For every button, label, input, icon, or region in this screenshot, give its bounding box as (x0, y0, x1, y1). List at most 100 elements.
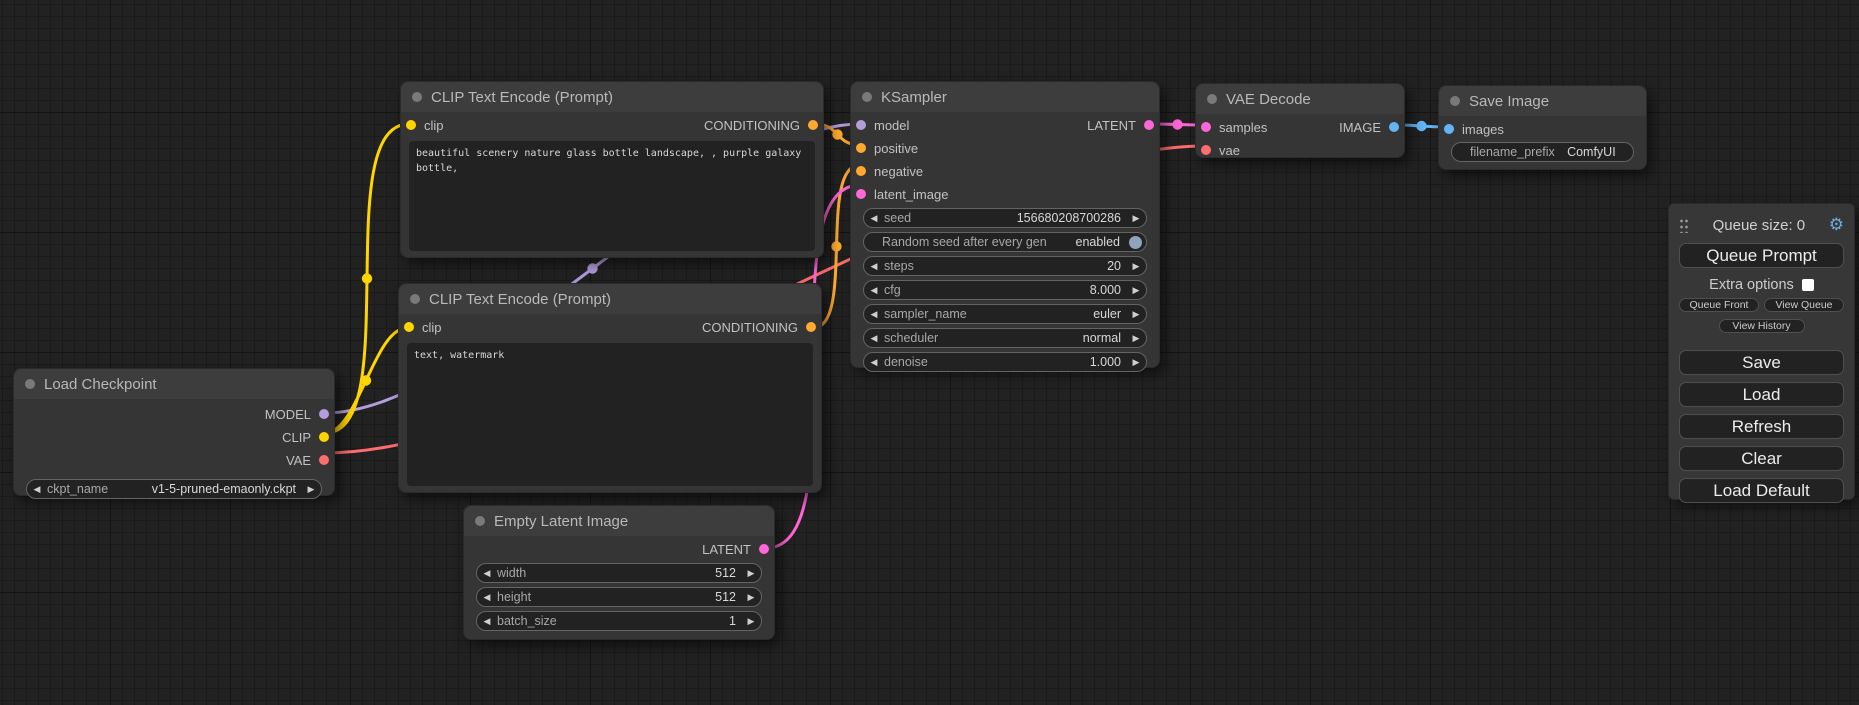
vae-input-port[interactable] (1201, 145, 1211, 155)
node-title-bar[interactable]: KSampler (851, 82, 1159, 112)
node-title-bar[interactable]: VAE Decode (1196, 84, 1404, 114)
width-widget[interactable]: ◀ width 512 ▶ (476, 563, 762, 583)
stepper-right-icon[interactable]: ▶ (1126, 257, 1146, 275)
clip-output-port[interactable] (319, 432, 329, 442)
ckpt-name-widget[interactable]: ◀ ckpt_name v1-5-pruned-emaonly.ckpt ▶ (26, 479, 322, 499)
stepper-right-icon[interactable]: ▶ (301, 480, 321, 498)
load-default-button[interactable]: Load Default (1679, 478, 1844, 503)
node-title-bar[interactable]: Save Image (1439, 86, 1646, 116)
stepper-right-icon[interactable]: ▶ (1126, 281, 1146, 299)
node-clip-text-encode-negative[interactable]: CLIP Text Encode (Prompt) clip CONDITION… (398, 283, 822, 493)
node-title: Empty Latent Image (494, 513, 628, 530)
stepper-right-icon[interactable]: ▶ (1126, 353, 1146, 371)
node-vae-decode[interactable]: VAE Decode samples IMAGE vae (1195, 83, 1405, 158)
collapse-dot-icon[interactable] (1207, 94, 1217, 104)
cfg-widget[interactable]: ◀ cfg 8.000 ▶ (863, 280, 1147, 300)
denoise-widget[interactable]: ◀ denoise 1.000 ▶ (863, 352, 1147, 372)
seed-widget[interactable]: ◀ seed 156680208700286 ▶ (863, 208, 1147, 228)
widget-label: filename_prefix (1452, 145, 1555, 159)
stepper-left-icon[interactable]: ◀ (477, 588, 497, 606)
samples-link-midpoint-dot[interactable] (1172, 119, 1182, 129)
node-clip-text-encode-positive[interactable]: CLIP Text Encode (Prompt) clip CONDITION… (400, 81, 824, 258)
vae-output-port[interactable] (319, 455, 329, 465)
samples-input-port[interactable] (1201, 122, 1211, 132)
collapse-dot-icon[interactable] (410, 294, 420, 304)
clip-input-port[interactable] (404, 322, 414, 332)
latent-output-port[interactable] (759, 544, 769, 554)
collapse-dot-icon[interactable] (1450, 96, 1460, 106)
stepper-right-icon[interactable]: ▶ (741, 612, 761, 630)
height-widget[interactable]: ◀ height 512 ▶ (476, 587, 762, 607)
latent-output-port[interactable] (1144, 120, 1154, 130)
prompt-textarea[interactable]: text, watermark (407, 343, 813, 486)
queue-panel[interactable]: Queue size: 0 ⚙ Queue Prompt Extra optio… (1668, 203, 1855, 500)
view-history-button[interactable]: View History (1719, 319, 1805, 333)
stepper-right-icon[interactable]: ▶ (1126, 209, 1146, 227)
stepper-left-icon[interactable]: ◀ (864, 257, 884, 275)
steps-widget[interactable]: ◀ steps 20 ▶ (863, 256, 1147, 276)
widget-label: cfg (884, 283, 901, 297)
node-title-bar[interactable]: Load Checkpoint (14, 369, 334, 399)
image-link-midpoint-dot[interactable] (1416, 121, 1426, 131)
queue-front-button[interactable]: Queue Front (1679, 298, 1759, 312)
filename-prefix-widget[interactable]: filename_prefix ComfyUI (1451, 142, 1634, 162)
images-input-port[interactable] (1444, 124, 1454, 134)
stepper-left-icon[interactable]: ◀ (864, 305, 884, 323)
node-graph-canvas[interactable]: Load Checkpoint MODEL CLIP VAE ◀ ckpt_na… (0, 0, 1859, 705)
toggle-knob-icon[interactable] (1129, 236, 1142, 249)
stepper-left-icon[interactable]: ◀ (864, 281, 884, 299)
scheduler-widget[interactable]: ◀ scheduler normal ▶ (863, 328, 1147, 348)
queue-size-label: Queue size: 0 (1689, 217, 1829, 234)
conditioning-output-port[interactable] (806, 322, 816, 332)
node-title-bar[interactable]: Empty Latent Image (464, 506, 774, 536)
stepper-right-icon[interactable]: ▶ (1126, 305, 1146, 323)
negative-cond-link-midpoint-dot[interactable] (831, 241, 841, 251)
node-empty-latent-image[interactable]: Empty Latent Image LATENT ◀ width 512 ▶ … (463, 505, 775, 640)
stepper-right-icon[interactable]: ▶ (741, 564, 761, 582)
image-output-port[interactable] (1389, 122, 1399, 132)
batch-size-widget[interactable]: ◀ batch_size 1 ▶ (476, 611, 762, 631)
conditioning-output-port[interactable] (808, 120, 818, 130)
random-seed-toggle-widget[interactable]: Random seed after every gen enabled (863, 232, 1147, 252)
latent-image-input-port[interactable] (856, 189, 866, 199)
model-input-port[interactable] (856, 120, 866, 130)
stepper-left-icon[interactable]: ◀ (864, 209, 884, 227)
prompt-textarea[interactable]: beautiful scenery nature glass bottle la… (409, 141, 815, 251)
model-output-port[interactable] (319, 409, 329, 419)
model-link-midpoint-dot[interactable] (587, 263, 597, 273)
stepper-left-icon[interactable]: ◀ (864, 353, 884, 371)
positive-input-port[interactable] (856, 143, 866, 153)
extra-options-checkbox[interactable] (1802, 279, 1814, 291)
collapse-dot-icon[interactable] (25, 379, 35, 389)
node-load-checkpoint[interactable]: Load Checkpoint MODEL CLIP VAE ◀ ckpt_na… (13, 368, 335, 496)
slot-label: CONDITIONING (702, 320, 821, 335)
node-ksampler[interactable]: KSampler model LATENT positive negative … (850, 81, 1160, 368)
node-title-bar[interactable]: CLIP Text Encode (Prompt) (399, 284, 821, 314)
slot-row: negative (851, 161, 1159, 181)
collapse-dot-icon[interactable] (475, 516, 485, 526)
stepper-right-icon[interactable]: ▶ (1126, 329, 1146, 347)
stepper-left-icon[interactable]: ◀ (477, 612, 497, 630)
collapse-dot-icon[interactable] (862, 92, 872, 102)
drag-handle-icon[interactable] (1679, 217, 1689, 233)
stepper-left-icon[interactable]: ◀ (27, 480, 47, 498)
stepper-left-icon[interactable]: ◀ (477, 564, 497, 582)
stepper-left-icon[interactable]: ◀ (864, 329, 884, 347)
clip-to-negative-link-midpoint-dot[interactable] (361, 375, 371, 385)
clip-input-port[interactable] (406, 120, 416, 130)
sampler-name-widget[interactable]: ◀ sampler_name euler ▶ (863, 304, 1147, 324)
positive-cond-link-midpoint-dot[interactable] (832, 129, 842, 139)
collapse-dot-icon[interactable] (412, 92, 422, 102)
save-button[interactable]: Save (1679, 350, 1844, 375)
load-button[interactable]: Load (1679, 382, 1844, 407)
view-queue-button[interactable]: View Queue (1764, 298, 1844, 312)
queue-prompt-button[interactable]: Queue Prompt (1679, 243, 1844, 268)
negative-input-port[interactable] (856, 166, 866, 176)
clear-button[interactable]: Clear (1679, 446, 1844, 471)
refresh-button[interactable]: Refresh (1679, 414, 1844, 439)
clip-to-positive-link-midpoint-dot[interactable] (362, 273, 372, 283)
node-title-bar[interactable]: CLIP Text Encode (Prompt) (401, 82, 823, 112)
node-save-image[interactable]: Save Image images filename_prefix ComfyU… (1438, 85, 1647, 170)
stepper-right-icon[interactable]: ▶ (741, 588, 761, 606)
settings-gear-icon[interactable]: ⚙ (1829, 217, 1844, 234)
